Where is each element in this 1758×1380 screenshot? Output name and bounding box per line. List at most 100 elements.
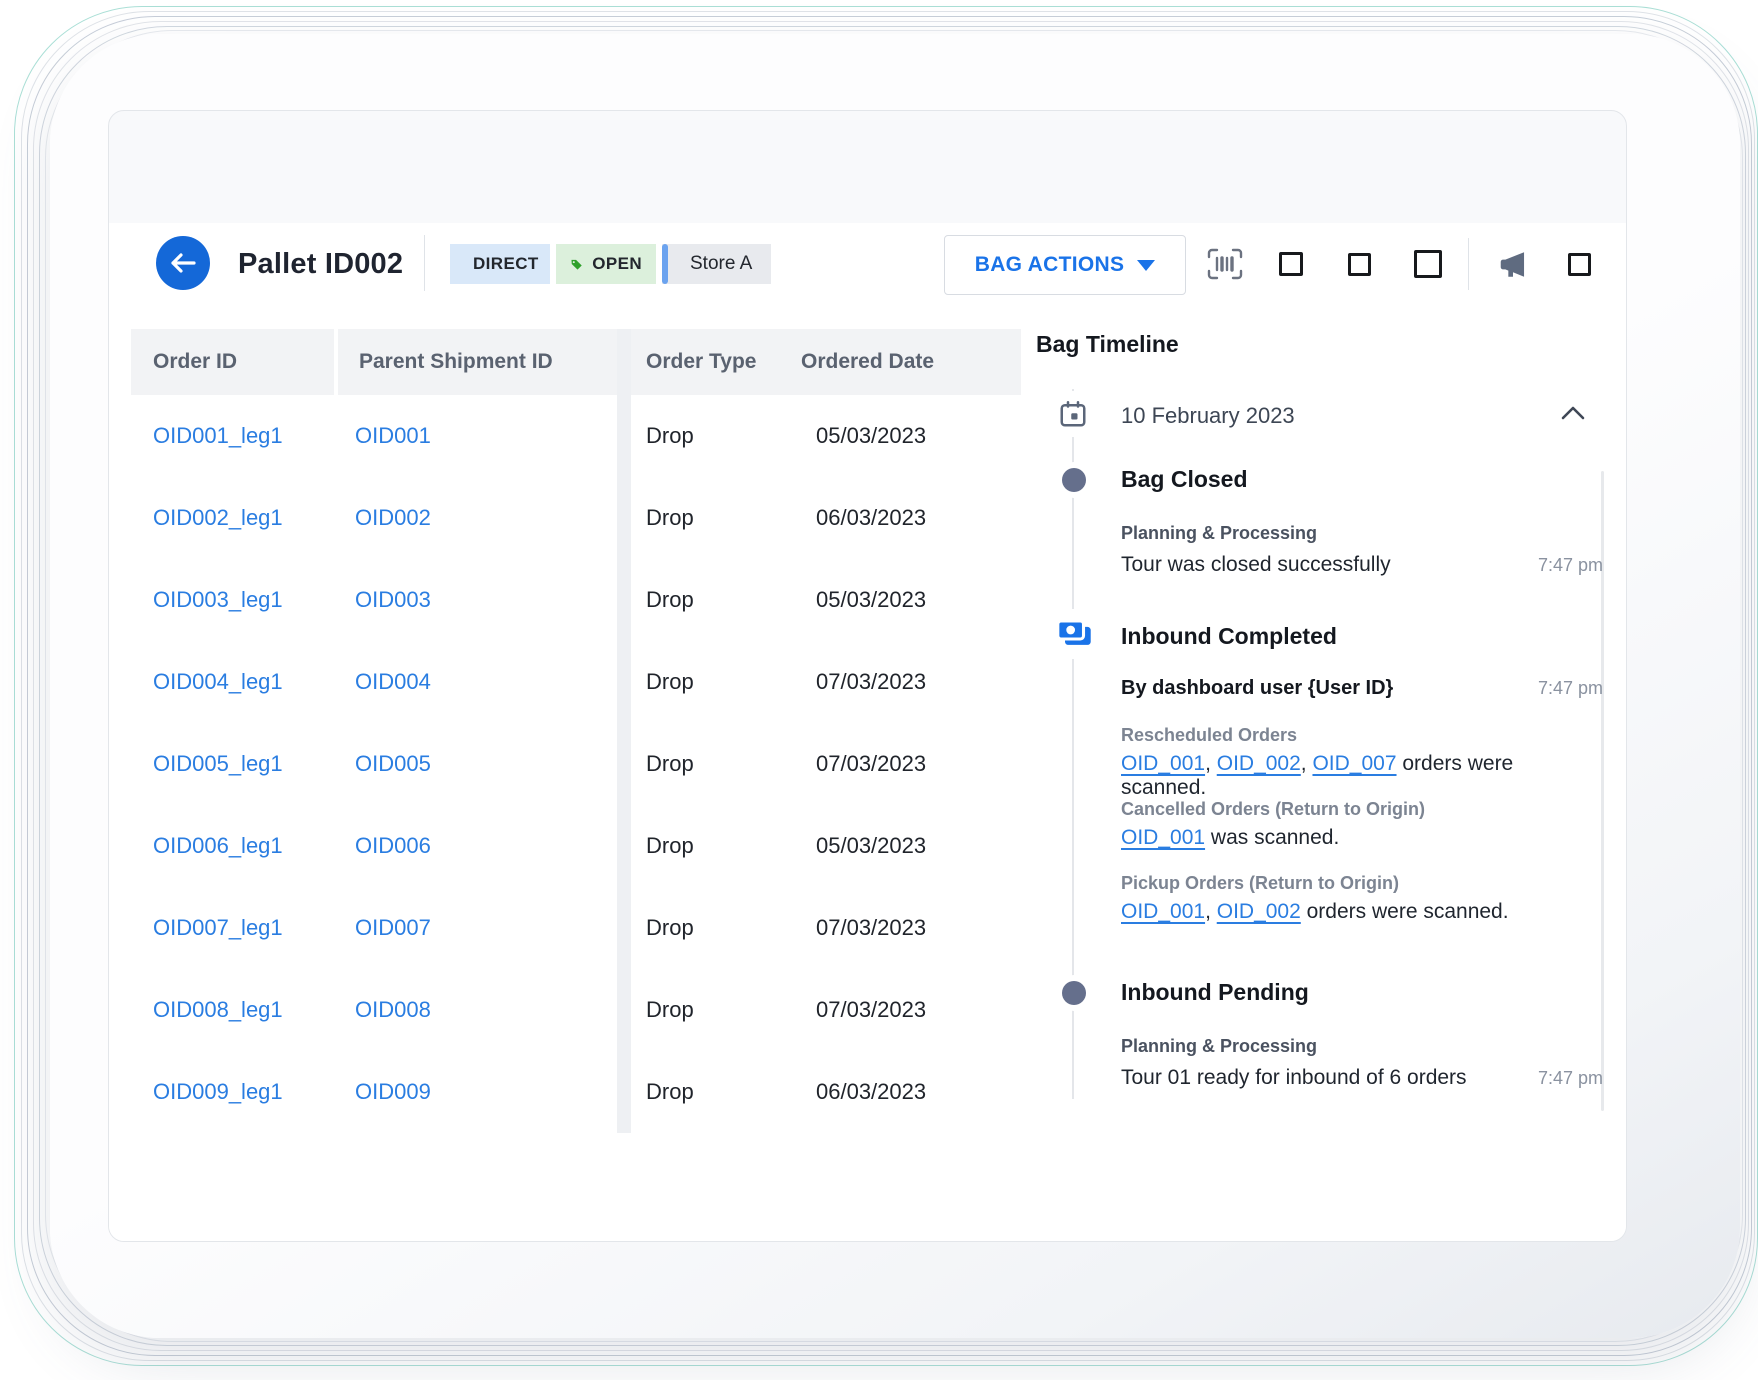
open-badge: OPEN xyxy=(556,244,656,284)
group-label: Pickup Orders (Return to Origin) xyxy=(1121,873,1399,894)
placeholder-square-icon[interactable] xyxy=(1568,253,1591,276)
table-row: OID005_leg1 OID005 Drop 07/03/2023 xyxy=(131,723,1021,805)
back-button[interactable] xyxy=(156,236,210,290)
ordered-date-cell: 06/03/2023 xyxy=(801,505,1001,531)
group-line: OID_001, OID_002 orders were scanned. xyxy=(1121,900,1509,924)
order-id-link[interactable]: OID006_leg1 xyxy=(153,833,283,858)
table-row: OID007_leg1 OID007 Drop 07/03/2023 xyxy=(131,887,1021,969)
timeline-entry-subtitle: Planning & Processing xyxy=(1121,1036,1317,1057)
timeline-entry-title: Inbound Pending xyxy=(1121,977,1309,1007)
calendar-icon xyxy=(1055,397,1091,431)
parent-shipment-link[interactable]: OID009 xyxy=(355,1079,431,1104)
chevron-up-icon[interactable] xyxy=(1561,405,1585,425)
group-line: OID_001, OID_002, OID_007 orders were sc… xyxy=(1121,752,1603,800)
order-link[interactable]: OID_001 xyxy=(1121,752,1205,775)
column-header-order-type: Order Type xyxy=(631,350,801,374)
order-id-link[interactable]: OID003_leg1 xyxy=(153,587,283,612)
order-link[interactable]: OID_007 xyxy=(1312,752,1396,775)
ordered-date-cell: 07/03/2023 xyxy=(801,751,1001,777)
order-link[interactable]: OID_001 xyxy=(1121,826,1205,849)
order-type-cell: Drop xyxy=(631,915,801,941)
column-header-parent-shipment-id: Parent Shipment ID xyxy=(338,329,617,395)
parent-shipment-link[interactable]: OID001 xyxy=(355,423,431,448)
ordered-date-cell: 05/03/2023 xyxy=(801,833,1001,859)
ordered-date-cell: 07/03/2023 xyxy=(801,997,1001,1023)
parent-shipment-link[interactable]: OID002 xyxy=(355,505,431,530)
group-label: Rescheduled Orders xyxy=(1121,725,1297,746)
timeline-entry-time: 7:47 pm xyxy=(1538,555,1603,576)
table-column-gap xyxy=(617,329,631,1133)
ordered-date-cell: 07/03/2023 xyxy=(801,669,1001,695)
placeholder-square-icon[interactable] xyxy=(1414,250,1442,278)
parent-shipment-link[interactable]: OID004 xyxy=(355,669,431,694)
order-link[interactable]: OID_002 xyxy=(1217,752,1301,775)
order-type-cell: Drop xyxy=(631,423,801,449)
parent-shipment-link[interactable]: OID005 xyxy=(355,751,431,776)
order-id-link[interactable]: OID009_leg1 xyxy=(153,1079,283,1104)
order-type-cell: Drop xyxy=(631,997,801,1023)
open-badge-label: OPEN xyxy=(592,254,642,274)
timeline-node-dot xyxy=(1062,981,1086,1005)
group-text: , xyxy=(1301,752,1313,775)
timeline-entry-byline: By dashboard user {User ID} xyxy=(1121,677,1393,700)
bag-actions-label: BAG ACTIONS xyxy=(975,253,1125,277)
timeline-entry-subtitle: Planning & Processing xyxy=(1121,523,1317,544)
timeline-entry-time: 7:47 pm xyxy=(1538,1068,1603,1089)
toolbar-divider xyxy=(1468,238,1469,290)
parent-shipment-link[interactable]: OID006 xyxy=(355,833,431,858)
megaphone-icon[interactable] xyxy=(1497,250,1529,278)
table-row: OID008_leg1 OID008 Drop 07/03/2023 xyxy=(131,969,1021,1051)
tablet-mockup: Pallet ID002 DIRECT OPEN Store A BAG ACT… xyxy=(0,0,1758,1380)
order-link[interactable]: OID_002 xyxy=(1217,900,1301,923)
inbound-scan-icon xyxy=(1052,615,1096,653)
placeholder-square-icon[interactable] xyxy=(1279,252,1303,276)
order-id-link[interactable]: OID002_leg1 xyxy=(153,505,283,530)
header-divider xyxy=(424,235,425,291)
group-label: Cancelled Orders (Return to Origin) xyxy=(1121,799,1425,820)
bag-timeline-panel: Bag Timeline 10 February 2023 Bag Closed xyxy=(1036,331,1603,1131)
ordered-date-cell: 07/03/2023 xyxy=(801,915,1001,941)
timeline-node-dot xyxy=(1062,468,1086,492)
order-id-link[interactable]: OID001_leg1 xyxy=(153,423,283,448)
orders-table: Order ID Parent Shipment ID Order Type O… xyxy=(131,329,1021,1133)
group-text: , xyxy=(1205,900,1217,923)
group-line: OID_001 was scanned. xyxy=(1121,826,1339,850)
ordered-date-cell: 05/03/2023 xyxy=(801,587,1001,613)
group-text: orders were scanned. xyxy=(1301,900,1509,923)
order-id-link[interactable]: OID005_leg1 xyxy=(153,751,283,776)
order-id-link[interactable]: OID007_leg1 xyxy=(153,915,283,940)
table-row: OID004_leg1 OID004 Drop 07/03/2023 xyxy=(131,641,1021,723)
order-link[interactable]: OID_001 xyxy=(1121,900,1205,923)
table-row: OID006_leg1 OID006 Drop 05/03/2023 xyxy=(131,805,1021,887)
parent-shipment-link[interactable]: OID003 xyxy=(355,587,431,612)
store-badge-bar xyxy=(662,244,668,284)
group-text: , xyxy=(1205,752,1217,775)
table-row: OID002_leg1 OID002 Drop 06/03/2023 xyxy=(131,477,1021,559)
order-type-cell: Drop xyxy=(631,505,801,531)
timeline-date: 10 February 2023 xyxy=(1121,401,1295,431)
parent-shipment-link[interactable]: OID008 xyxy=(355,997,431,1022)
table-header-row: Order ID Parent Shipment ID Order Type O… xyxy=(131,329,1021,395)
arrow-left-icon xyxy=(169,252,197,274)
barcode-scan-icon[interactable] xyxy=(1207,247,1243,281)
order-id-link[interactable]: OID004_leg1 xyxy=(153,669,283,694)
bag-actions-button[interactable]: BAG ACTIONS xyxy=(944,235,1186,295)
placeholder-square-icon[interactable] xyxy=(1348,253,1371,276)
ordered-date-cell: 05/03/2023 xyxy=(801,423,1001,449)
ordered-date-cell: 06/03/2023 xyxy=(801,1079,1001,1105)
column-header-ordered-date: Ordered Date xyxy=(801,350,934,374)
table-row: OID003_leg1 OID003 Drop 05/03/2023 xyxy=(131,559,1021,641)
order-type-cell: Drop xyxy=(631,1079,801,1105)
direct-badge: DIRECT xyxy=(450,244,550,284)
chevron-down-icon xyxy=(1137,260,1155,271)
order-type-cell: Drop xyxy=(631,587,801,613)
parent-shipment-link[interactable]: OID007 xyxy=(355,915,431,940)
content-card: Pallet ID002 DIRECT OPEN Store A BAG ACT… xyxy=(108,110,1627,1242)
table-row: OID009_leg1 OID009 Drop 06/03/2023 xyxy=(131,1051,1021,1133)
direct-badge-label: DIRECT xyxy=(473,254,539,274)
order-type-cell: Drop xyxy=(631,833,801,859)
store-badge-label: Store A xyxy=(690,253,752,275)
order-id-link[interactable]: OID008_leg1 xyxy=(153,997,283,1022)
page-title: Pallet ID002 xyxy=(238,248,403,281)
timeline-title: Bag Timeline xyxy=(1036,331,1603,358)
